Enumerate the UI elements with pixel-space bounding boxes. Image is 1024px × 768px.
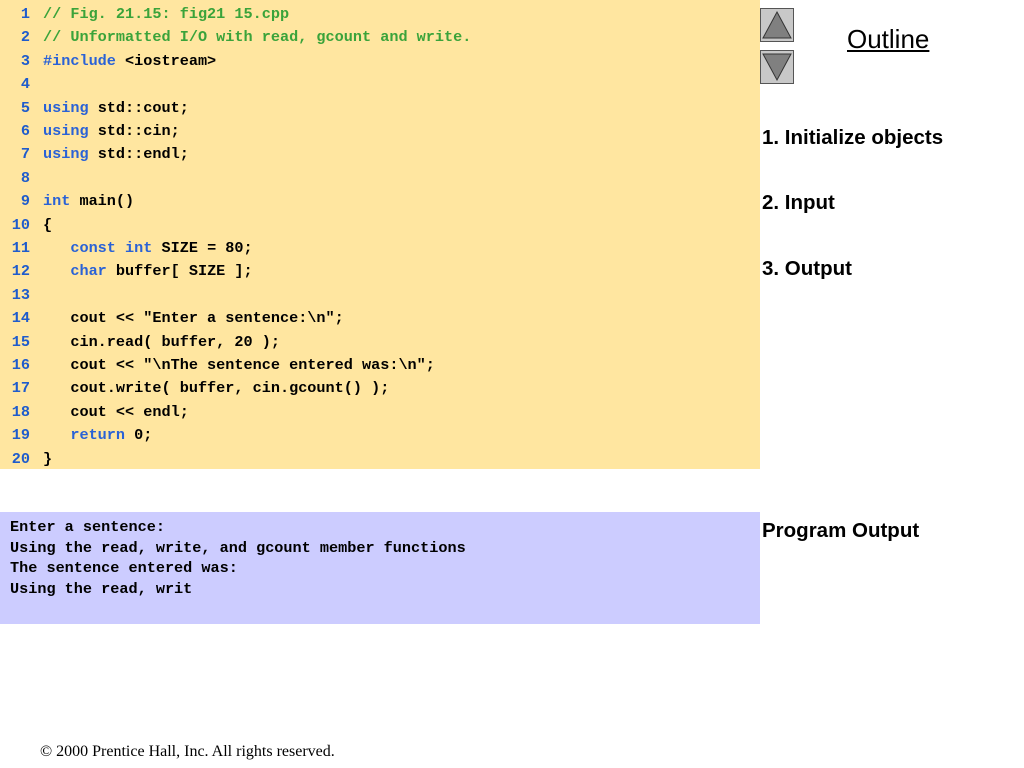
line-number: 2 <box>20 28 30 47</box>
down-triangle-icon <box>762 53 792 82</box>
code-line: 7 using std::endl; <box>0 143 189 166</box>
line-number: 4 <box>20 75 30 94</box>
previous-slide-button[interactable] <box>760 8 794 42</box>
code-line: 11 const int SIZE = 80; <box>0 237 253 260</box>
code-line: 15 cin.read( buffer, 20 ); <box>0 331 280 354</box>
line-number: 14 <box>11 309 30 328</box>
code-text: cin.read( buffer, 20 ); <box>43 332 280 351</box>
line-number: 10 <box>11 215 30 234</box>
code-line: 12 char buffer[ SIZE ]; <box>0 260 253 283</box>
code-keyword: int <box>43 192 71 211</box>
code-line: 10 { <box>0 214 52 237</box>
code-line: 3 #include <iostream> <box>0 50 216 73</box>
code-comment: // Unformatted I/O with read, gcount and… <box>43 28 472 47</box>
code-keyword: const <box>70 239 116 257</box>
code-line: 4 <box>0 73 43 96</box>
code-line: 6 using std::cin; <box>0 120 180 143</box>
code-line: 8 <box>0 167 43 190</box>
code-keyword: #include <box>43 51 116 70</box>
code-comment: // Fig. 21.15: fig21 15.cpp <box>43 5 290 23</box>
line-number: 1 <box>20 5 30 23</box>
line-number: 9 <box>20 192 30 211</box>
code-keyword: int <box>125 239 153 257</box>
code-line: 16 cout << "\nThe sentence entered was:\… <box>0 354 435 377</box>
code-line: 9 int main() <box>0 190 134 213</box>
code-keyword: return <box>70 426 126 445</box>
next-slide-button[interactable] <box>760 50 794 84</box>
code-text: } <box>43 449 53 468</box>
outline-item-input: 2. Input <box>762 191 835 214</box>
code-line: 1 // Fig. 21.15: fig21 15.cpp <box>0 3 289 26</box>
code-keyword: using <box>43 122 89 140</box>
code-keyword: char <box>70 262 107 281</box>
line-number: 17 <box>11 379 30 398</box>
code-text: SIZE = 80; <box>152 239 253 257</box>
code-keyword: using <box>43 98 89 117</box>
code-line: 14 cout << "Enter a sentence:\n"; <box>0 307 344 330</box>
line-number: 3 <box>20 51 30 70</box>
line-number: 18 <box>11 402 30 421</box>
code-line: 18 cout << endl; <box>0 401 189 424</box>
line-number: 15 <box>11 332 30 351</box>
output-line: Enter a sentence: <box>10 518 165 536</box>
line-number: 5 <box>20 98 30 117</box>
code-text: cout.write( buffer, cin.gcount() ); <box>43 379 390 398</box>
code-line: 20} <box>0 448 52 471</box>
line-number: 6 <box>20 122 30 140</box>
code-text: std::endl; <box>88 145 189 164</box>
program-output-label: Program Output <box>762 519 920 542</box>
up-triangle-icon <box>762 10 792 39</box>
code-text: cout << endl; <box>43 402 189 421</box>
output-line: Using the read, writ <box>10 579 193 598</box>
output-line: Using the read, write, and gcount member… <box>10 538 466 557</box>
code-line: 2 // Unformatted I/O with read, gcount an… <box>0 26 471 49</box>
program-output-panel: Enter a sentence: Using the read, write, … <box>0 512 760 624</box>
outline-item-initialize: 1. Initialize objects <box>762 126 944 149</box>
code-text: buffer[ SIZE ]; <box>106 262 253 281</box>
outline-title[interactable]: Outline <box>847 24 929 55</box>
line-number: 8 <box>20 168 30 187</box>
line-number: 20 <box>11 449 30 468</box>
code-text: { <box>43 215 53 234</box>
code-line: 17 cout.write( buffer, cin.gcount() ); <box>0 377 390 400</box>
line-number: 19 <box>11 426 30 445</box>
line-number: 13 <box>11 285 30 304</box>
code-listing-panel: 1 // Fig. 21.15: fig21 15.cpp 2 // Unformat… <box>0 0 760 469</box>
code-text: cout << "\nThe sentence entered was:\n"; <box>43 356 435 374</box>
output-line: The sentence entered was: <box>10 559 238 577</box>
line-number: 11 <box>11 239 30 257</box>
code-text: std::cout; <box>88 98 189 117</box>
code-keyword: using <box>43 145 89 164</box>
line-number: 7 <box>20 145 30 164</box>
code-line: 13 <box>0 284 43 307</box>
code-text: main() <box>70 192 135 211</box>
code-line: 5 using std::cout; <box>0 97 189 120</box>
code-line: 19 return 0; <box>0 424 153 447</box>
outline-item-output: 3. Output <box>762 257 852 280</box>
code-text: cout << "Enter a sentence:\n"; <box>43 309 344 328</box>
copyright-footer: © 2000 Prentice Hall, Inc. All rights re… <box>40 743 335 760</box>
line-number: 12 <box>11 262 30 281</box>
code-text: std::cin; <box>88 122 180 140</box>
code-text: 0; <box>125 426 153 445</box>
code-text: <iostream> <box>115 51 217 70</box>
line-number: 16 <box>11 356 30 374</box>
